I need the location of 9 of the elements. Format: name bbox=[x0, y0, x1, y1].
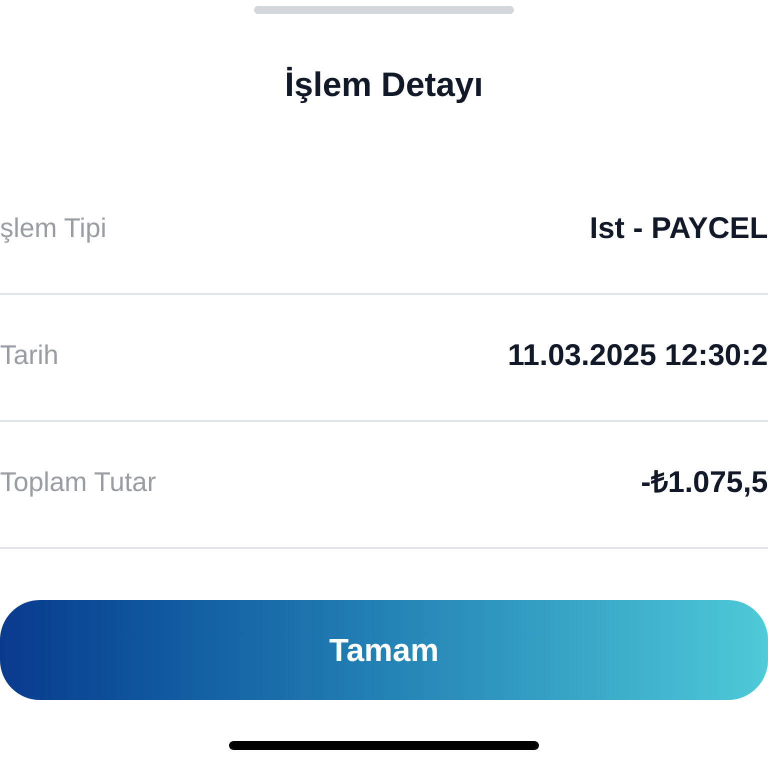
ok-button[interactable]: Tamam bbox=[0, 600, 768, 700]
detail-label: Tarih bbox=[0, 339, 59, 372]
detail-value: Ist - PAYCEL bbox=[590, 211, 768, 247]
sheet-handle[interactable] bbox=[254, 6, 514, 14]
detail-value: -₺1.075,5 bbox=[640, 465, 768, 501]
detail-label: Toplam Tutar bbox=[0, 466, 156, 500]
sheet-title: İşlem Detayı bbox=[284, 64, 484, 106]
detail-value: 11.03.2025 12:30:2 bbox=[508, 338, 768, 374]
detail-label: şlem Tipi bbox=[0, 212, 107, 246]
